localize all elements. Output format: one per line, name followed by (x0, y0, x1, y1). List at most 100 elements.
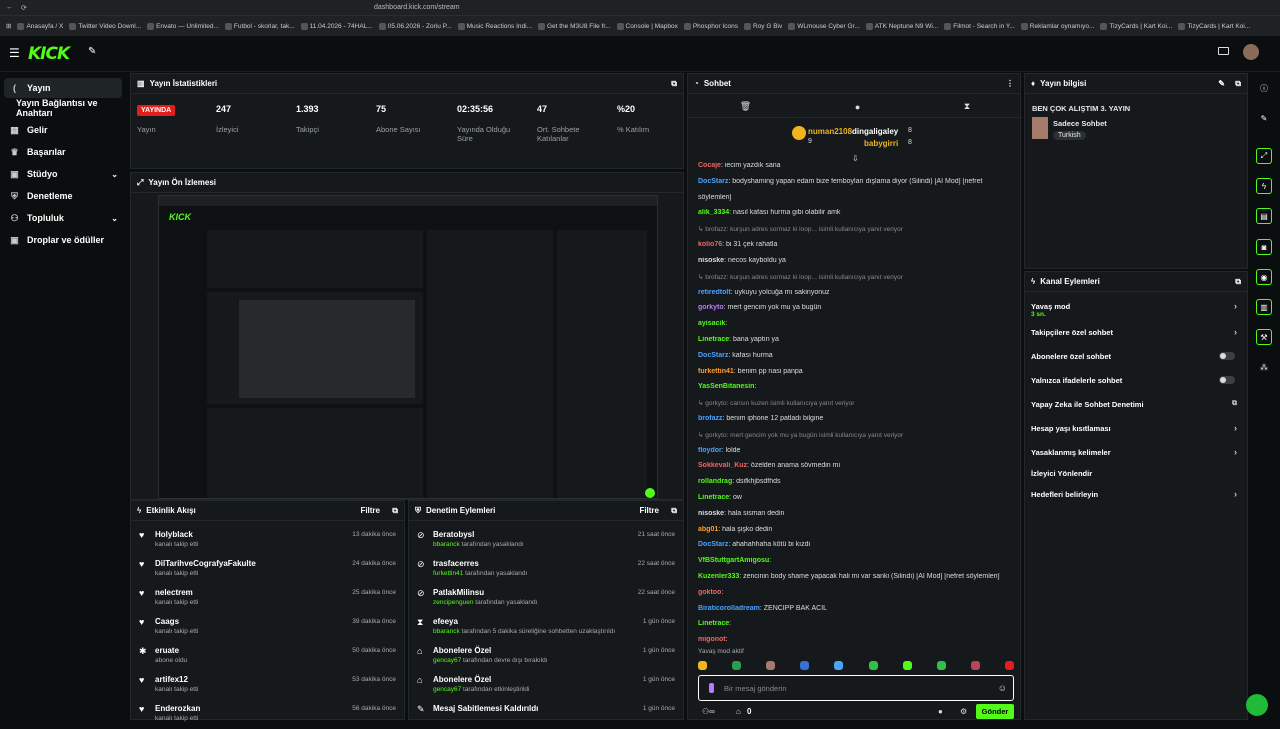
bookmark-item[interactable]: WLmouse Cyber Gr... (788, 22, 860, 30)
bookmark-item[interactable]: TizyCards | Kart Koi... (1178, 22, 1250, 30)
chat-username[interactable]: Linetrace (698, 620, 729, 627)
chat-input[interactable]: Bir mesaj gönderin ☺ (698, 675, 1014, 701)
moderator-name[interactable]: gencay67 (433, 657, 461, 664)
bookmark-item[interactable]: ATK Neptune N9 Wi... (865, 22, 938, 30)
toggle-switch[interactable] (1219, 352, 1235, 360)
bookmark-item[interactable]: Reklamlar oynamıyo... (1020, 22, 1094, 30)
chat-username[interactable]: DocStarz (698, 541, 728, 548)
sidebar-item[interactable]: (Yayın (4, 78, 122, 98)
chat-username[interactable]: rollandrag (698, 478, 732, 485)
emote-icon[interactable] (800, 660, 810, 670)
sidebar-item[interactable]: ⛨ Denetleme (4, 186, 122, 206)
bookmark-item[interactable]: Phosphor Icons (683, 22, 738, 30)
toggle-switch[interactable] (1219, 376, 1235, 384)
chat-username[interactable]: Sokkevali_Kuz (698, 462, 747, 469)
channel-action[interactable]: Hedefleri belirleyin › (1031, 484, 1241, 504)
emote-icon[interactable] (868, 660, 878, 670)
chat-username[interactable]: furkettin41 (698, 368, 734, 375)
chevron-down-icon[interactable]: ⌄ (111, 214, 118, 223)
channel-action[interactable]: Takipçilere özel sohbet › (1031, 322, 1241, 342)
channel-action[interactable]: Yalnızca ifadelerle sohbet (1031, 370, 1241, 390)
moderation-target[interactable]: Mesaj Sabitlemesi Kaldırıldı (433, 704, 538, 713)
chat-username[interactable]: nisoske (698, 510, 724, 517)
bookmark-item[interactable]: Envato — Unlimited... (147, 22, 219, 30)
bookmark-item[interactable]: Twitter Video Downl... (69, 22, 141, 30)
moderation-target[interactable]: efeeya (433, 617, 458, 626)
activity-username[interactable]: Enderozkan (155, 704, 200, 713)
emote-icon[interactable] (902, 660, 912, 670)
trash-icon[interactable]: 🗑 (740, 101, 751, 112)
bookmark-item[interactable]: Console | Mapbox (616, 22, 678, 30)
chat-username[interactable]: DocStarz (698, 352, 728, 359)
popout-icon[interactable]: ⧉ (1235, 277, 1241, 287)
avatar[interactable] (1243, 44, 1259, 60)
more-icon[interactable]: ⋮ (1006, 79, 1014, 88)
moderation-target[interactable]: Abonelere Özel (433, 675, 491, 684)
moderator-name[interactable]: bbaranck (433, 628, 460, 635)
bookmark-item[interactable]: Roy G Biv (744, 22, 782, 30)
chat-username[interactable]: nisoske (698, 257, 724, 264)
reload-icon[interactable]: ⟳ (21, 4, 27, 12)
wrench-icon[interactable]: ⚒ (1256, 329, 1272, 345)
bookmark-item[interactable]: TizyCards | Kart Koi... (1100, 22, 1172, 30)
sidebar-item[interactable]: ▣ Droplar ve ödüller (4, 230, 122, 250)
chat-username[interactable]: DocStarz (698, 178, 728, 185)
bookmark-item[interactable]: 11.04.2026 - 74HAL... (300, 22, 373, 30)
channel-action[interactable]: Yasaklanmış kelimeler › (1031, 442, 1241, 462)
menu-icon[interactable]: ☰ (9, 46, 20, 60)
notifications-icon[interactable] (1218, 47, 1229, 55)
grid-icon[interactable]: ⁂ (1256, 359, 1272, 375)
emote-icon[interactable] (766, 660, 776, 670)
send-button[interactable]: Gönder (976, 704, 1014, 719)
activity-filter-button[interactable]: Filtre (360, 506, 380, 515)
moderator-name[interactable]: bbaranck (433, 541, 460, 548)
apps-icon[interactable]: ⊞ (6, 22, 11, 30)
moderation-target[interactable]: Abonelere Özel (433, 646, 491, 655)
popout-icon[interactable]: ⧉ (671, 506, 677, 516)
chat-username[interactable]: floydor (698, 447, 722, 454)
chat-settings-icon[interactable]: ● (938, 707, 943, 716)
channel-action[interactable]: Hesap yaşı kısıtlaması › (1031, 418, 1241, 438)
chat-username[interactable]: Kuzenler333 (698, 573, 739, 580)
sidebar-item[interactable]: ♛ Başarılar (4, 142, 122, 162)
popout-icon[interactable]: ⧉ (671, 79, 677, 89)
category-name[interactable]: Sadece Sohbet (1053, 119, 1107, 128)
activity-username[interactable]: Caags (155, 617, 179, 626)
broadcast-icon[interactable]: ◉ (1256, 269, 1272, 285)
chat-username[interactable]: YasSenBitanesin (698, 383, 754, 390)
chevron-right-icon[interactable]: › (1234, 423, 1237, 433)
emote-icon[interactable] (698, 660, 707, 670)
info-icon[interactable]: ⓘ (1256, 80, 1272, 96)
popout-icon[interactable]: ⧉ (1235, 79, 1241, 89)
chevron-right-icon[interactable]: › (1234, 301, 1237, 311)
edit-icon[interactable]: ✎ (1218, 79, 1225, 88)
chat-username[interactable]: gorkyto (698, 304, 724, 311)
emoji-icon[interactable]: ☺ (998, 683, 1007, 693)
moderator-name[interactable]: gencay67 (433, 686, 461, 693)
back-icon[interactable]: ← (6, 4, 13, 11)
moderation-target[interactable]: Beratobysl (433, 530, 474, 539)
activity-username[interactable]: Holyblack (155, 530, 193, 539)
link-icon[interactable]: ⚇∞ (702, 707, 715, 716)
chat-username[interactable]: goktoo (698, 589, 721, 596)
chat-username[interactable]: Cocaje (698, 162, 721, 169)
chat-username[interactable]: VfBStuttgartAmigosu (698, 557, 769, 564)
chevron-right-icon[interactable]: › (1234, 489, 1237, 499)
popout-icon[interactable]: ⧉ (392, 506, 398, 516)
chat-username[interactable]: alik_3334 (698, 209, 729, 216)
channel-action[interactable]: Yavaş mod 3 sn. › (1031, 296, 1241, 318)
sidebar-item[interactable]: ⚇ Topluluk ⌄ (4, 208, 122, 228)
emote-icon[interactable] (834, 660, 844, 670)
chat-username[interactable]: brofazz (698, 415, 723, 422)
sidebar-item[interactable]: ▦ Gelir (4, 120, 122, 140)
bookmark-item[interactable]: Music Reactions Indi... (457, 22, 532, 30)
moderation-target[interactable]: PatlakMilinsu (433, 588, 484, 597)
moderator-name[interactable]: zencipenguen (433, 599, 473, 606)
url-text[interactable]: dashboard.kick.com/stream (374, 4, 460, 11)
moderation-target[interactable]: trasfacerres (433, 559, 479, 568)
pencil-icon[interactable]: ✎ (1256, 110, 1272, 126)
chat-username[interactable]: Linetrace (698, 336, 729, 343)
chat-bubble-icon[interactable]: ● (855, 102, 860, 112)
gift-icon[interactable]: ⌂ (736, 707, 741, 716)
chevron-right-icon[interactable]: › (1234, 447, 1237, 457)
